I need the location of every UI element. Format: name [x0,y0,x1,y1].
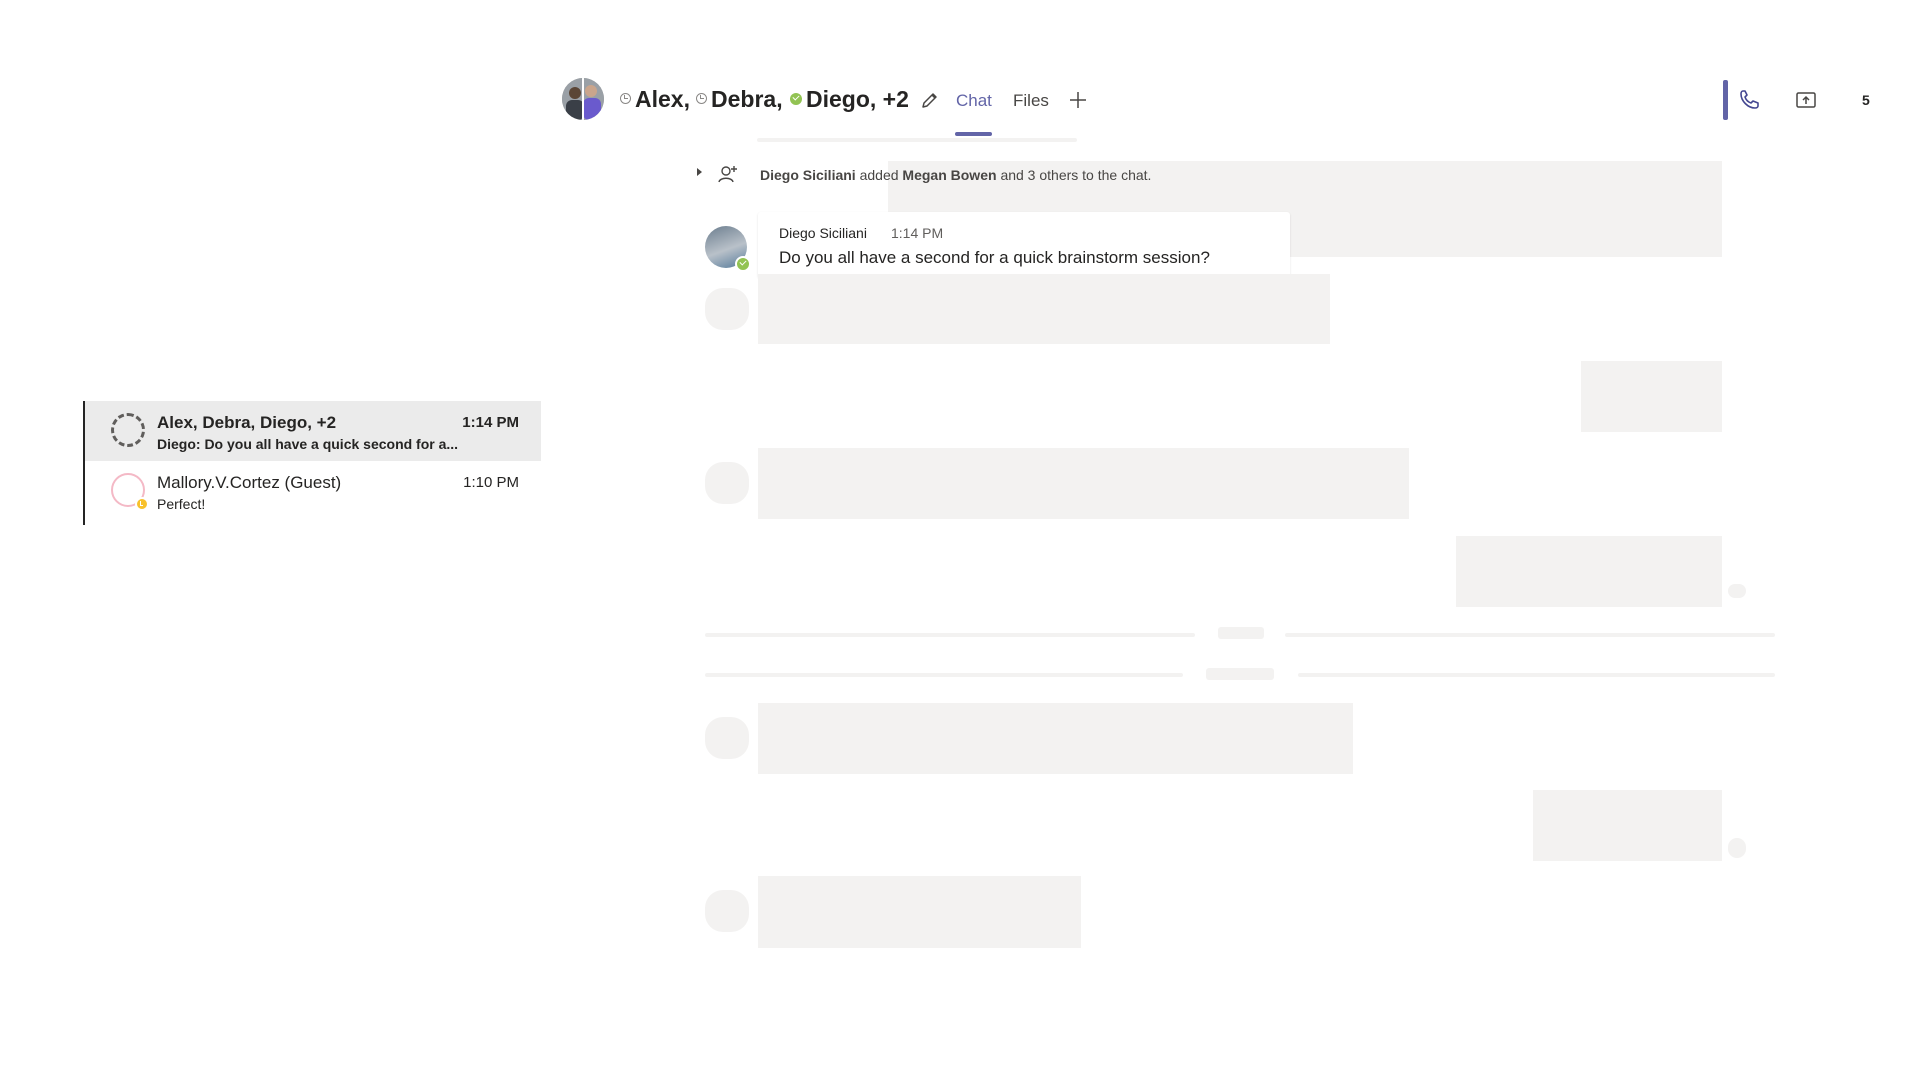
chat-name: Mallory.V.Cortez (Guest) [157,473,342,492]
skeleton-avatar [705,717,749,759]
skeleton-divider [757,138,1077,142]
active-tab-indicator [955,132,992,136]
chat-time: 1:10 PM [463,474,519,491]
skeleton-avatar [705,890,749,932]
skeleton-message [758,876,1081,948]
loading-avatar [111,413,145,447]
participant-name[interactable]: Debra, [711,86,783,113]
away-status-icon [135,497,149,511]
chat-name: Alex, Debra, Diego, +2 [157,413,337,432]
add-person-icon [716,162,740,186]
chat-preview: Perfect! [157,496,206,512]
expand-caret-icon[interactable] [692,165,706,179]
system-verb: added [859,167,899,183]
chat-list: Alex, Debra, Diego, +2 Diego: Do you all… [83,401,541,525]
author-avatar[interactable] [705,226,751,272]
skeleton-message [758,448,1409,519]
message-time: 1:14 PM [891,225,944,241]
skeleton-divider [705,633,1195,637]
skeleton-message [1456,536,1722,607]
group-photo-icon [562,78,604,120]
system-actor[interactable]: Diego Siciliani [760,167,856,183]
call-icon[interactable] [1735,86,1763,114]
online-status-icon [790,93,802,105]
message-body: Do you all have a second for a quick bra… [779,248,1210,267]
edit-icon[interactable] [918,88,942,112]
participant-name[interactable]: Alex, [635,86,690,113]
online-status-icon [735,256,751,272]
group-avatar[interactable] [562,78,604,120]
skeleton-divider [1298,673,1775,677]
chat-preview: Diego: Do you all have a quick second fo… [157,436,459,452]
message-author[interactable]: Diego Siciliani [779,225,867,241]
chat-list-item-group[interactable]: Alex, Debra, Diego, +2 Diego: Do you all… [85,401,541,461]
call-focus-indicator [1723,80,1728,120]
chat-list-item-mallory[interactable]: Mallory.V.Cortez (Guest) Perfect! 1:10 P… [85,461,541,521]
chat-time: 1:14 PM [462,414,519,431]
away-status-icon [620,93,631,104]
skeleton-message [758,274,1330,344]
skeleton-message [1581,361,1722,432]
skeleton-avatar [705,288,749,330]
skeleton-avatar [705,462,749,504]
skeleton-divider [705,673,1183,677]
away-status-icon [696,93,707,104]
system-message: Diego Siciliani added Megan Bowen and 3 … [760,167,1151,183]
system-target[interactable]: Megan Bowen [902,167,996,183]
participant-name[interactable]: Diego, +2 [806,86,909,113]
skeleton-label [1206,668,1274,680]
skeleton-divider [1285,633,1775,637]
skeleton-read-receipt [1728,838,1746,858]
skeleton-message [758,703,1353,774]
add-tab-icon[interactable] [1066,88,1090,112]
message-card[interactable] [758,212,1290,278]
share-screen-icon[interactable] [1792,86,1820,114]
skeleton-date-label [1218,627,1264,639]
tab-chat[interactable]: Chat [956,91,992,111]
skeleton-message [1533,790,1722,861]
participant-count[interactable]: 5 [1862,92,1870,108]
tab-files[interactable]: Files [1013,91,1049,111]
system-rest: and 3 others to the chat. [1000,167,1152,183]
skeleton-read-receipt [1728,584,1746,598]
